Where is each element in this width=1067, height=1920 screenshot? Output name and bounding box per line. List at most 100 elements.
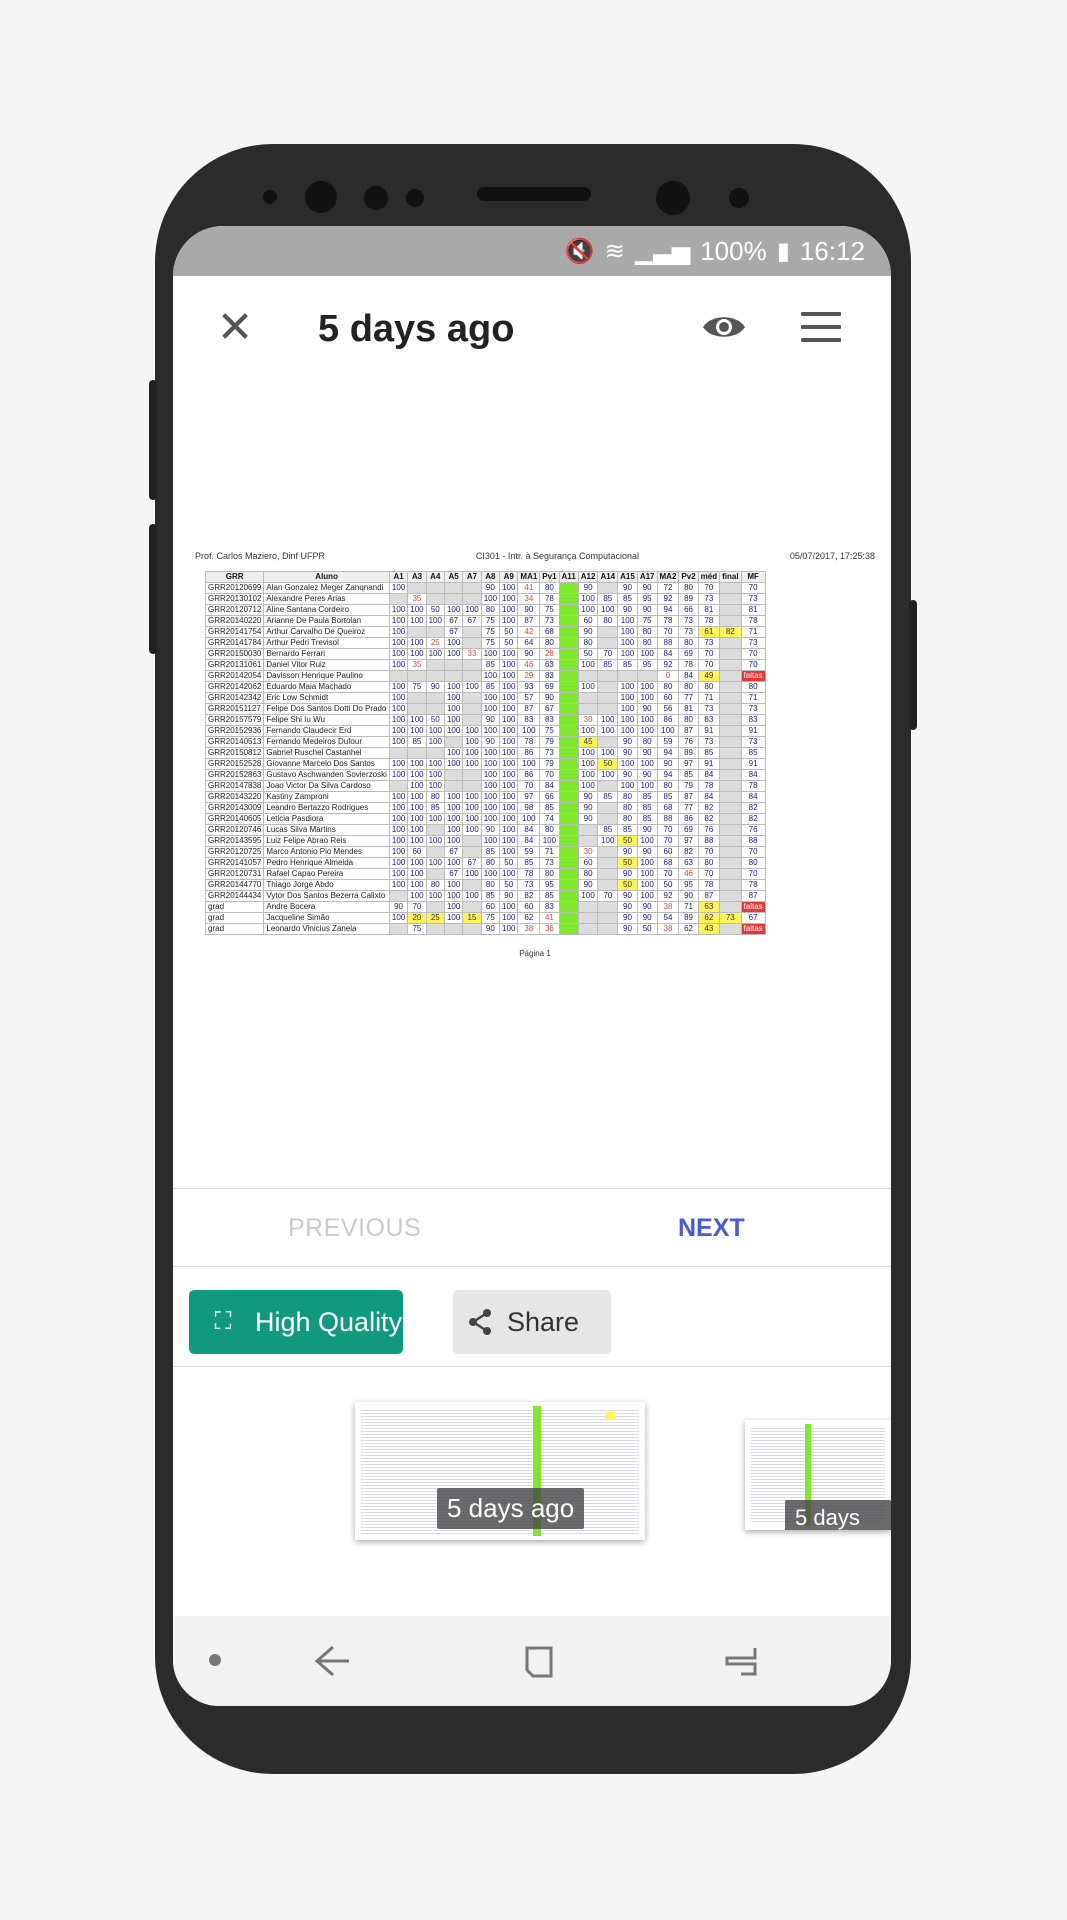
grade-cell [407,703,427,715]
grade-cell: 73 [678,626,699,638]
grade-cell: 59 [517,846,541,858]
grade-cell [388,923,409,935]
dot-icon[interactable] [209,1654,221,1666]
grade-cell: 90 [617,736,638,748]
grade-cell: 100 [499,813,519,825]
grade-cell: 82 [678,846,699,858]
grade-cell: 100 [577,725,599,737]
grade-cell: 80 [480,879,501,891]
grade-cell: 73 [740,736,766,748]
thumbnail[interactable]: 5 days ago [745,1420,891,1530]
previous-button[interactable]: PREVIOUS [288,1214,421,1243]
grade-cell: 100 [636,648,658,660]
grade-cell [462,670,482,682]
student-id-cell: GRR20157579 [204,714,265,726]
recents-icon[interactable] [721,1644,761,1680]
menu-icon[interactable] [801,312,841,342]
back-icon[interactable] [313,1644,353,1678]
grade-cell [597,692,619,704]
grade-cell: 80 [636,736,658,748]
grade-cell: 62 [517,912,541,924]
grade-cell: 73 [517,879,541,891]
grades-header-cell: A12 [577,571,599,583]
grade-cell: 70 [539,769,560,781]
grade-cell: 90 [636,604,658,616]
grade-cell: 67 [539,703,560,715]
table-row: grad Andre Bocera 90 70 100 60 100 60 83 90 90 38 71… [204,901,766,913]
grade-cell [558,868,579,880]
high-quality-button[interactable]: ⛶ High Quality [189,1290,403,1354]
grade-cell: 100 [480,692,501,704]
table-row: GRR20142062 Eduardo Maia Machado 100 75 90 10… [204,681,766,693]
grade-cell: 82 [740,802,766,814]
grade-cell: 84 [539,780,560,792]
grades-header-cell: A5 [443,571,464,583]
grade-cell: 100 [499,846,519,858]
grade-cell: 100 [443,758,464,770]
grade-cell: 100 [480,835,501,847]
grade-cell: 80 [697,857,721,869]
next-button[interactable]: NEXT [678,1214,745,1243]
student-id-cell: GRR20144770 [204,879,265,891]
grade-cell [425,901,445,913]
grade-cell [462,593,482,605]
grade-cell [443,659,464,671]
grade-cell: 100 [443,890,464,902]
grade-cell: 100 [388,582,409,594]
grade-cell: 41 [517,582,541,594]
grade-cell [719,692,742,704]
grade-cell: 100 [517,813,541,825]
grade-cell: 50 [617,857,638,869]
grade-cell: 100 [499,725,519,737]
grade-cell: 100 [443,703,464,715]
grade-cell [597,813,619,825]
grade-cell: 83 [539,670,560,682]
grade-cell: 100 [656,725,680,737]
sensor-dot-right [729,188,749,208]
eye-icon[interactable] [701,312,747,342]
grade-cell: 56 [656,703,680,715]
thumbnail[interactable]: 5 days ago [355,1402,645,1540]
grade-cell: 50 [636,923,658,935]
grade-cell: 60 [517,901,541,913]
grade-cell: 100 [480,813,501,825]
grade-cell: 50 [499,879,519,891]
grade-cell: 100 [499,868,519,880]
grade-cell: 70 [697,659,721,671]
front-camera [305,181,337,213]
grade-cell: 80 [577,868,599,880]
grade-cell: 80 [656,780,680,792]
grade-cell: 100 [425,813,445,825]
earpiece-speaker [477,187,591,201]
grade-cell [443,593,464,605]
grade-cell: 100 [480,670,501,682]
home-icon[interactable] [521,1644,557,1680]
grade-cell [558,923,579,935]
grade-cell: 90 [636,747,658,759]
grades-header-cell: MA1 [517,571,541,583]
student-id-cell: GRR20151127 [204,703,265,715]
grade-cell: 73 [740,593,766,605]
close-icon[interactable]: ✕ [213,306,257,350]
grade-cell [558,769,579,781]
grade-cell: 100 [407,637,427,649]
grade-cell [558,736,579,748]
share-button[interactable]: Share [453,1290,611,1354]
grades-header-cell: final [719,571,742,583]
grade-cell [577,824,599,836]
grade-cell: 100 [443,681,464,693]
grade-cell: 100 [407,648,427,660]
grade-cell [719,791,742,803]
grade-cell [719,923,742,935]
grade-cell: 100 [407,868,427,880]
grade-cell [597,780,619,792]
table-row: GRR20152528 Giovanne Marcelo Dos Santos 10… [204,758,766,770]
grade-cell: 90 [480,736,501,748]
grade-cell: 100 [499,912,519,924]
grade-cell: 68 [656,802,680,814]
grade-cell: 100 [407,604,427,616]
grade-cell [719,868,742,880]
grade-cell: 92 [656,890,680,902]
power-button [909,600,917,730]
grade-cell: 35 [407,659,427,671]
